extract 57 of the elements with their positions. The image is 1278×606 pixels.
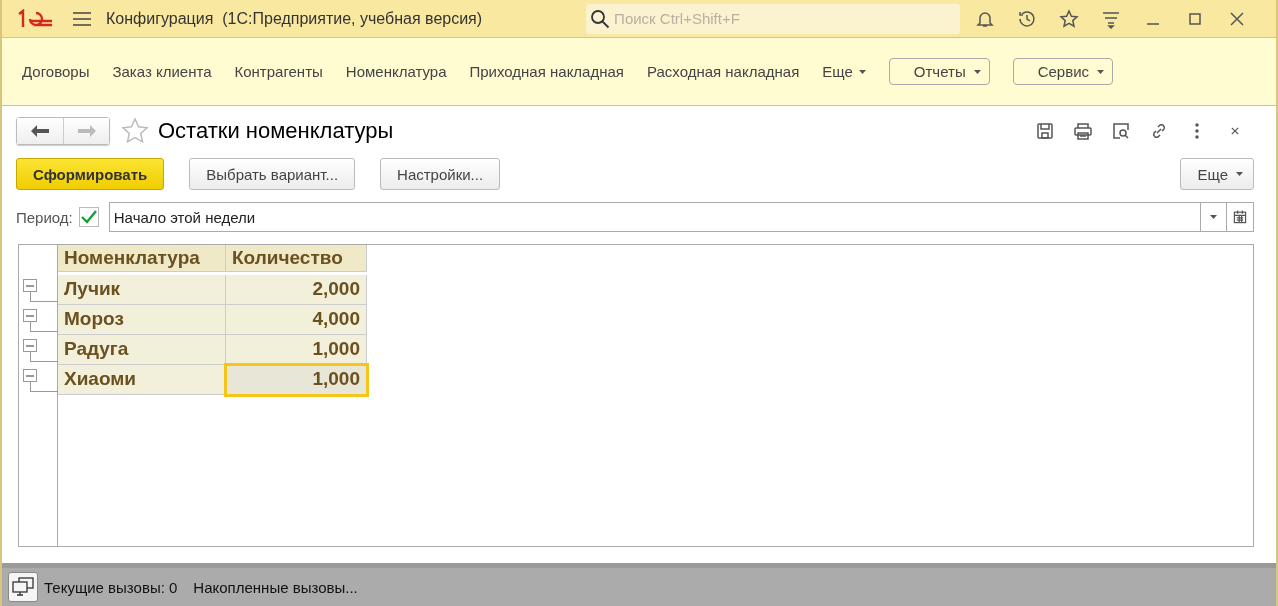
period-label: Период: [16,208,73,226]
table-cell: Мороз [58,305,226,335]
table-cell[interactable]: 4,000 [226,305,367,335]
nav-link[interactable]: Приходная накладная [469,63,624,80]
nav-link[interactable]: Заказ клиента [112,63,212,80]
caret-icon [1210,215,1217,219]
check-icon [80,210,97,224]
more-button[interactable]: Еще [1180,158,1254,190]
current-calls-text: Текущие вызовы: 0 [44,578,178,596]
save-icon[interactable] [1035,121,1055,141]
collapse-toggle[interactable] [23,339,37,352]
table-cell: Лучик [58,275,226,305]
menu-icon[interactable] [72,10,92,27]
logo-icon [16,8,54,29]
search-field[interactable]: Поиск Ctrl+Shift+F [586,3,961,34]
back-button[interactable] [17,118,63,144]
calendar-icon[interactable] [1232,209,1248,225]
generate-button[interactable]: Сформировать [16,158,165,190]
monitors-icon [12,577,34,597]
action-button[interactable]: Выбрать вариант... [189,158,356,190]
caret-icon [1236,172,1243,176]
caret-icon [973,69,981,74]
history-icon[interactable] [1017,8,1038,29]
left-arrow-icon [31,125,49,137]
star-icon[interactable] [120,116,150,146]
accumulated-calls-text: Накопленные вызовы... [193,578,358,596]
table-cell[interactable]: 2,000 [226,275,367,305]
nav-link[interactable]: Номенклатура [345,63,447,80]
collapse-toggle[interactable] [23,279,37,292]
preview-icon[interactable] [1111,121,1131,141]
table-cell: Радуга [58,335,226,365]
nav-link[interactable]: Контрагенты [234,63,323,80]
column-header: Количество [226,245,367,272]
form-title: Остатки номенклатуры [158,118,394,144]
table-cell[interactable]: 1,000 [226,335,367,365]
monitor-button[interactable] [8,572,38,602]
more-menu[interactable]: Еще [822,63,866,80]
action-button[interactable]: Настройки... [380,158,501,190]
period-field[interactable]: Начало этой недели [108,202,1200,232]
printer-icon[interactable] [1073,121,1093,141]
search-icon [590,8,611,29]
star-icon[interactable] [1059,8,1080,29]
table-cell: Хиаоми [58,365,226,395]
menu-button[interactable]: Сервис [1012,58,1114,85]
window-title: Конфигурация (1С:Предприятие, учебная версия) [106,9,483,28]
period-checkbox[interactable] [78,207,99,227]
caret-icon [858,69,866,74]
caret-icon [1097,69,1105,74]
right-arrow-icon [77,125,96,137]
nav-link[interactable]: Договоры [22,63,90,80]
calendar-button[interactable] [1227,202,1254,232]
nav-link[interactable]: Расходная накладная [646,63,800,80]
collapse-toggle[interactable] [23,369,37,382]
collapse-toggle[interactable] [23,309,37,322]
column-header: Номенклатура [58,245,226,272]
menu-button[interactable]: Отчеты [888,58,990,85]
table-cell[interactable]: 1,000 [226,365,367,395]
